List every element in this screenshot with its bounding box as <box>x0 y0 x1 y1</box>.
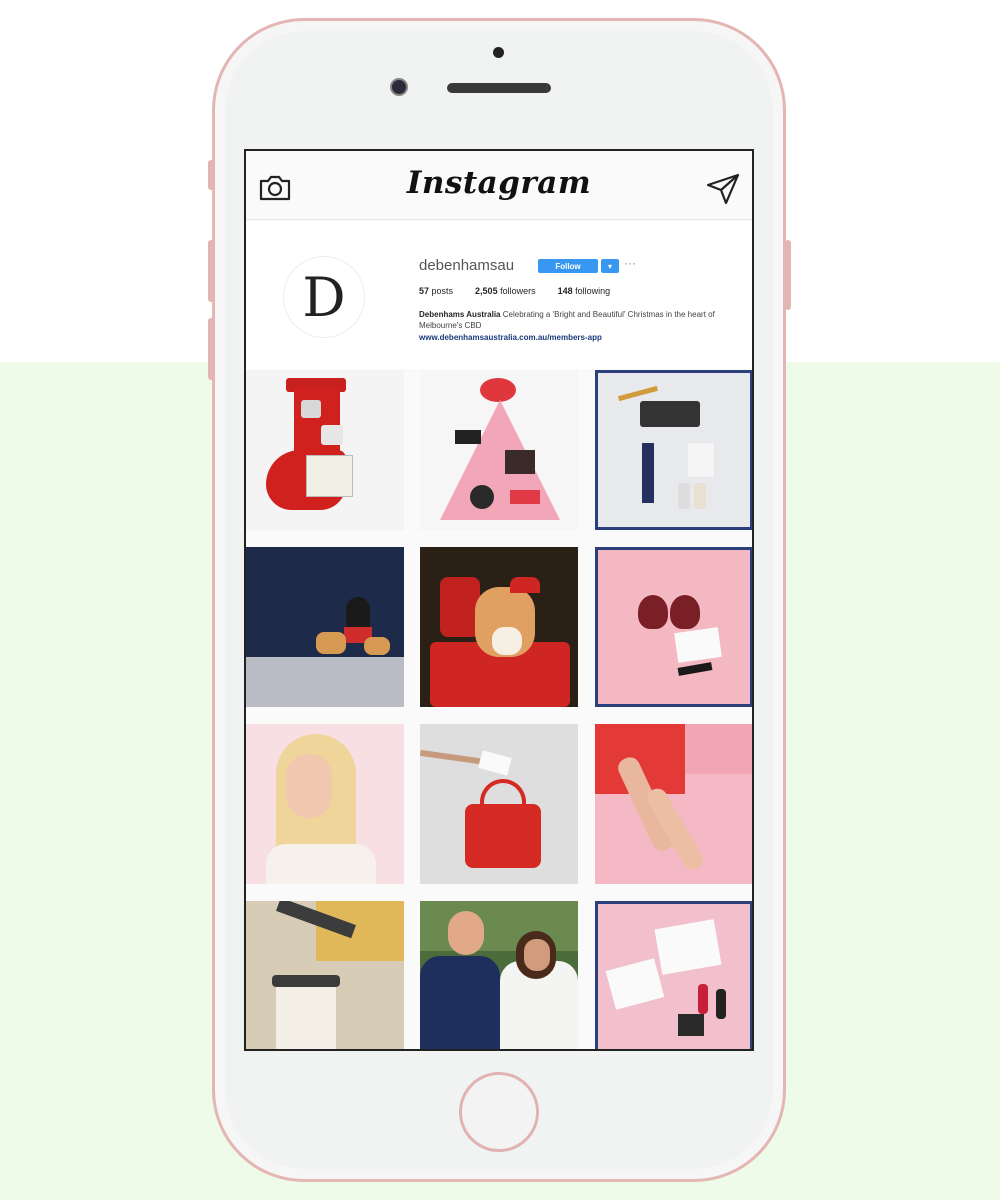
followers-count[interactable]: 2,505 followers <box>475 286 536 296</box>
post-tile-coffee-cup-gold[interactable] <box>246 901 404 1049</box>
post-tile-event-stage-with-dogs[interactable] <box>246 547 404 707</box>
post-tile-royal-couple-engagement[interactable] <box>420 901 578 1049</box>
power-button <box>785 240 791 310</box>
proximity-sensor <box>493 47 504 58</box>
home-button[interactable] <box>459 1072 539 1152</box>
post-tile-shopping-bag-flatlay[interactable] <box>595 901 752 1049</box>
posts-count: 57 posts <box>419 286 454 296</box>
volume-up-button <box>208 240 214 302</box>
suggestions-dropdown-button[interactable]: ▾ <box>601 259 619 273</box>
volume-down-button <box>208 318 214 380</box>
post-tile-blonde-woman-portrait[interactable] <box>246 724 404 884</box>
profile-username: debenhamsau <box>419 257 515 274</box>
post-tile-lingerie-gift-flatlay[interactable] <box>595 547 752 707</box>
follow-button[interactable]: Follow <box>538 259 598 273</box>
more-options-icon[interactable]: ··· <box>624 256 636 270</box>
bio-name: Debenhams Australia <box>419 310 501 319</box>
earpiece-speaker <box>447 83 551 93</box>
front-camera <box>390 78 408 96</box>
post-tile-makeup-christmas-tree[interactable] <box>420 370 578 530</box>
post-tile-menswear-flatlay[interactable] <box>595 370 752 530</box>
instagram-header: Instagram <box>246 151 752 220</box>
phone-screen: Instagram D debenhamsau Follow ▾ ··· 57 … <box>244 149 754 1051</box>
instagram-logo: Instagram <box>406 165 592 201</box>
profile-header: D debenhamsau Follow ▾ ··· 57 posts 2,50… <box>246 221 752 369</box>
following-count[interactable]: 148 following <box>558 286 611 296</box>
mute-switch <box>208 160 214 190</box>
post-tile-legs-on-pink-paper[interactable] <box>595 724 752 884</box>
bio-link[interactable]: www.debenhamsaustralia.com.au/members-ap… <box>419 333 602 342</box>
profile-bio: Debenhams Australia Celebrating a 'Brigh… <box>419 309 744 331</box>
profile-stats: 57 posts 2,505 followers 148 following <box>419 286 610 296</box>
avatar[interactable]: D <box>284 257 364 337</box>
post-tile-red-handbag[interactable] <box>420 724 578 884</box>
post-tile-christmas-stocking-skincare[interactable] <box>246 370 404 530</box>
post-tile-corgi-on-red-chair[interactable] <box>420 547 578 707</box>
direct-message-icon[interactable] <box>706 173 740 205</box>
